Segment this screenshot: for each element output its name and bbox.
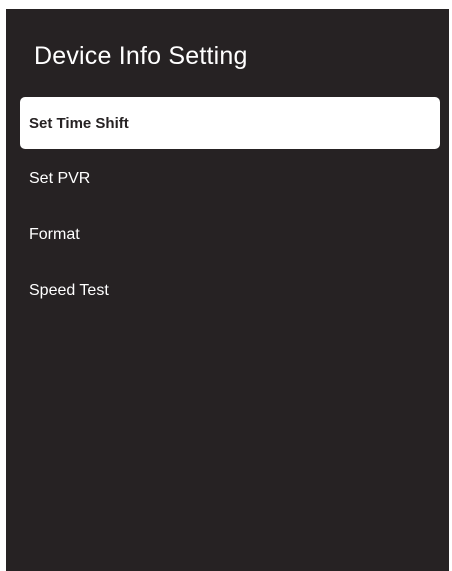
menu-item-format[interactable]: Format xyxy=(20,209,440,261)
menu-item-speed-test[interactable]: Speed Test xyxy=(20,265,440,317)
device-info-setting-screen: Device Info Setting Set Time Shift Set P… xyxy=(6,9,449,571)
menu-item-label: Format xyxy=(29,226,80,243)
menu-item-label: Set PVR xyxy=(29,170,91,187)
menu-item-set-time-shift[interactable]: Set Time Shift xyxy=(20,97,440,149)
menu-item-label: Speed Test xyxy=(29,282,109,299)
menu-item-label: Set Time Shift xyxy=(29,114,129,132)
settings-menu: Set Time Shift Set PVR Format Speed Test xyxy=(20,97,440,321)
menu-item-set-pvr[interactable]: Set PVR xyxy=(20,153,440,205)
page-title: Device Info Setting xyxy=(34,42,248,70)
